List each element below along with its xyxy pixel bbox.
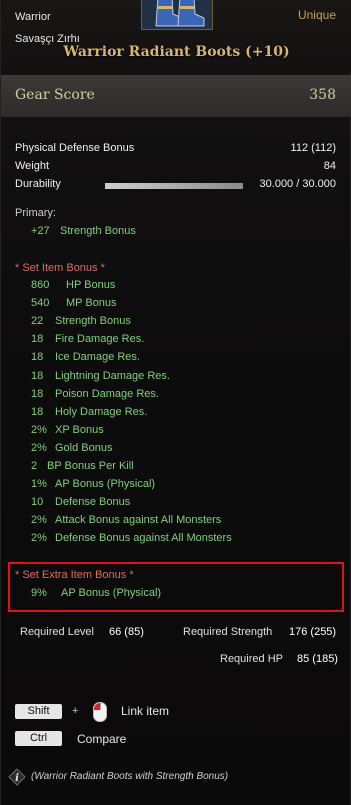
bonus-amount: 18 [31, 406, 44, 418]
set-bonus-row: 22 Strength Bonus [31, 315, 131, 327]
set-bonus-row: 18 Fire Damage Res. [31, 333, 144, 345]
required-hp-label: Required HP [220, 653, 283, 665]
compare-label: Compare [77, 732, 127, 746]
set-item-bonus-title: * Set Item Bonus * [15, 262, 105, 274]
bonus-amount: 2% [31, 424, 47, 436]
boots-icon [141, 0, 213, 30]
set-bonus-row: 18 Lightning Damage Res. [31, 370, 170, 382]
ctrl-key: Ctrl [15, 731, 62, 746]
set-bonus-row: 2% Attack Bonus against All Monsters [31, 514, 221, 526]
required-level-label: Required Level [20, 626, 94, 638]
bonus-label: Poison Damage Res. [55, 388, 159, 400]
bonus-amount: +27 [31, 225, 50, 237]
set-bonus-row: 10 Defense Bonus [31, 496, 130, 508]
stat-label: Durability [15, 178, 61, 190]
bonus-amount: 10 [31, 496, 44, 508]
svg-text:i: i [15, 773, 19, 784]
bonus-label: Strength Bonus [55, 315, 131, 327]
bonus-amount: 1% [31, 478, 47, 490]
set-bonus-row: 860 HP Bonus [31, 279, 115, 291]
bonus-amount: 18 [31, 388, 44, 400]
stat-value: 30.000 / 30.000 [259, 178, 336, 190]
set-bonus-row: 2% Gold Bonus [31, 442, 112, 454]
set-bonus-row: 1% AP Bonus (Physical) [31, 478, 155, 490]
bonus-amount: 18 [31, 351, 44, 363]
set-bonus-row: 18 Ice Damage Res. [31, 351, 140, 363]
bonus-label: Defense Bonus against All Monsters [55, 532, 232, 544]
bonus-amount: 22 [31, 315, 44, 327]
bonus-label: AP Bonus (Physical) [61, 587, 162, 599]
required-level-value: 66 (85) [109, 626, 144, 638]
bonus-amount: 18 [31, 333, 44, 345]
set-bonus-row: 2% Defense Bonus against All Monsters [31, 532, 232, 544]
bonus-label: XP Bonus [55, 424, 104, 436]
mouse-click-icon [93, 702, 107, 722]
bonus-amount: 2% [31, 442, 47, 454]
bonus-label: Defense Bonus [55, 496, 131, 508]
bonus-amount: 860 [31, 279, 50, 291]
bonus-label: Ice Damage Res. [55, 351, 140, 363]
primary-bonus: +27 Strength Bonus [31, 225, 136, 237]
item-tooltip: Warrior Savaşçı Zırhı Unique Warrior Rad… [0, 0, 351, 805]
set-extra-bonus-title: * Set Extra Item Bonus * [15, 569, 134, 581]
bonus-label: Fire Damage Res. [55, 333, 145, 345]
rarity-label: Unique [297, 8, 336, 22]
bonus-amount: 2% [31, 532, 47, 544]
set-bonus-row: 540 MP Bonus [31, 297, 117, 309]
tooltip-header: Warrior Savaşçı Zırhı Unique Warrior Rad… [1, 0, 351, 72]
bonus-label: AP Bonus (Physical) [55, 478, 156, 490]
set-bonus-row: 2% XP Bonus [31, 424, 104, 436]
stat-weight: Weight 84 [15, 160, 336, 176]
bonus-amount: 2 [31, 460, 38, 472]
bonus-amount: 18 [31, 370, 44, 382]
durability-bar [105, 183, 243, 189]
set-bonus-row: 18 Holy Damage Res. [31, 406, 147, 418]
required-strength-value: 176 (255) [289, 626, 337, 638]
gear-score-value: 358 [309, 87, 336, 103]
stat-label: Physical Defense Bonus [15, 142, 135, 154]
bonus-label: HP Bonus [66, 279, 116, 291]
set-bonus-row: 2 BP Bonus Per Kill [31, 460, 134, 472]
shift-key: Shift [15, 704, 62, 719]
required-hp-value: 85 (185) [297, 653, 338, 665]
stat-durability: Durability 30.000 / 30.000 [15, 178, 336, 194]
stat-physical-defense: Physical Defense Bonus 112 (112) [15, 142, 336, 158]
gear-score-bar: Gear Score 358 [1, 75, 351, 117]
item-description: (Warrior Radiant Boots with Strength Bon… [31, 771, 229, 782]
item-name: Warrior Radiant Boots (+10) [63, 44, 290, 60]
bonus-amount: 2% [31, 514, 47, 526]
link-item-label: Link item [121, 704, 170, 718]
bonus-label: Strength Bonus [60, 225, 136, 237]
bonus-label: BP Bonus Per Kill [47, 460, 134, 472]
class-label: Warrior [15, 11, 51, 23]
set-bonus-row: 18 Poison Damage Res. [31, 388, 159, 400]
bonus-amount: 9% [31, 587, 47, 599]
bonus-amount: 540 [31, 297, 50, 309]
bonus-label: Attack Bonus against All Monsters [55, 514, 222, 526]
bonus-label: Gold Bonus [55, 442, 113, 454]
stat-value: 112 (112) [290, 142, 336, 154]
gear-score-label: Gear Score [15, 87, 95, 103]
stat-label: Weight [15, 160, 50, 172]
stat-value: 84 [323, 160, 336, 172]
bonus-label: Lightning Damage Res. [55, 370, 170, 382]
info-icon: i [8, 768, 26, 786]
set-extra-bonus: 9% AP Bonus (Physical) [31, 587, 161, 599]
plus-sign: + [72, 705, 79, 717]
primary-title: Primary: [15, 207, 56, 219]
required-strength-label: Required Strength [183, 626, 273, 638]
bonus-label: MP Bonus [66, 297, 117, 309]
bonus-label: Holy Damage Res. [55, 406, 148, 418]
